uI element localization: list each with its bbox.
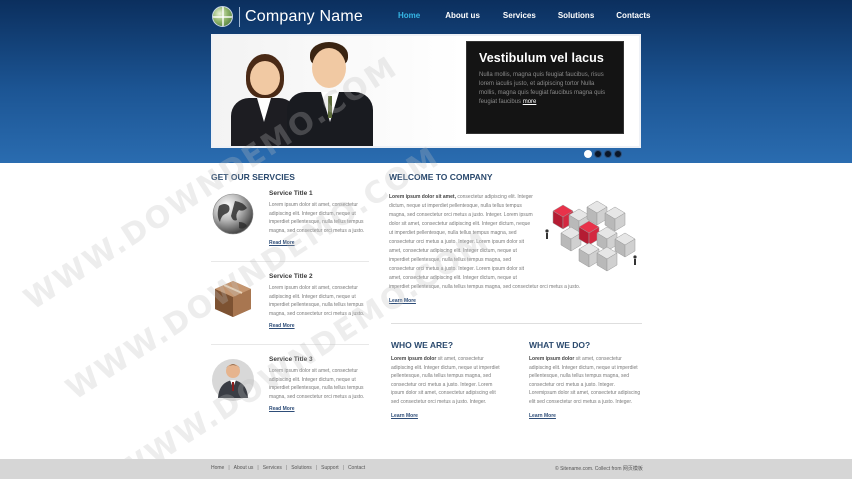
what-section: Lorem ipsum dolor sit amet, consectetur …: [529, 355, 641, 419]
service-text: Lorem ipsum dolor sit amet, consectetur …: [269, 202, 365, 234]
what-heading: WHAT WE DO?: [529, 340, 591, 350]
learn-more-link[interactable]: Learn More: [389, 298, 641, 304]
learn-more-link[interactable]: Learn More: [529, 413, 641, 419]
nav-home[interactable]: Home: [398, 11, 420, 20]
divider: [211, 344, 369, 345]
read-more-link[interactable]: Read More: [269, 323, 369, 329]
business-people-photo: [213, 36, 463, 146]
footer-link-about[interactable]: About us: [234, 465, 254, 471]
globe-icon: [211, 192, 255, 236]
slider-dot-4[interactable]: [614, 150, 622, 158]
logo-divider: [239, 6, 240, 27]
copyright-text: © Sitename.com. Collect from 网页模板: [555, 466, 643, 472]
what-text: Lorem ipsum dolor sit amet, consectetur …: [529, 356, 641, 405]
divider: [391, 323, 642, 324]
nav-about-us[interactable]: About us: [445, 11, 480, 20]
cubes-network-icon: [543, 197, 641, 273]
service-body: Service Title 3 Lorem ipsum dolor sit am…: [269, 356, 369, 412]
slider-dot-1[interactable]: [584, 150, 592, 158]
divider: [211, 261, 369, 262]
who-text: Lorem ipsum dolor sit amet, consectetur …: [391, 356, 500, 405]
businessman-icon: [211, 358, 255, 402]
nav-contacts[interactable]: Contacts: [616, 11, 650, 20]
service-text: Lorem ipsum dolor sit amet, consectetur …: [269, 285, 365, 317]
welcome-section: Lorem ipsum dolor sit amet, consectetur …: [389, 193, 641, 304]
who-heading: WHO WE ARE?: [391, 340, 454, 350]
slide-more-link[interactable]: more: [523, 99, 537, 105]
slide-text: Nulla mollis, magna quis feugiat faucibu…: [479, 72, 606, 105]
service-body: Service Title 1 Lorem ipsum dolor sit am…: [269, 190, 369, 246]
who-section: Lorem ipsum dolor sit amet, consectetur …: [391, 355, 503, 419]
footer-nav: Home | About us | Services | Solutions | Sup…: [211, 465, 366, 471]
service-title: Service Title 3: [269, 356, 313, 363]
hero-slider: Vestibulum vel lacus Nulla mollis, magna…: [211, 34, 641, 148]
service-title: Service Title 1: [269, 190, 313, 197]
footer-link-contact[interactable]: Contact: [348, 465, 365, 471]
slider-pagination: [584, 150, 622, 158]
footer: Home | About us | Services | Solutions | Sup…: [0, 459, 852, 479]
services-heading: GET OUR SERVCIES: [211, 172, 295, 182]
logo-text: Company Name: [245, 7, 364, 25]
slider-dot-3[interactable]: [604, 150, 612, 158]
site-logo[interactable]: Company Name: [212, 6, 363, 27]
footer-link-home[interactable]: Home: [211, 465, 224, 471]
slider-dot-2[interactable]: [594, 150, 602, 158]
footer-link-support[interactable]: Support: [321, 465, 339, 471]
learn-more-link[interactable]: Learn More: [391, 413, 503, 419]
service-body: Service Title 2 Lorem ipsum dolor sit am…: [269, 273, 369, 329]
slide-title: Vestibulum vel lacus: [479, 51, 604, 65]
nav-services[interactable]: Services: [503, 11, 536, 20]
service-title: Service Title 2: [269, 273, 313, 280]
read-more-link[interactable]: Read More: [269, 406, 369, 412]
slide-caption: Vestibulum vel lacus Nulla mollis, magna…: [466, 41, 624, 134]
read-more-link[interactable]: Read More: [269, 240, 369, 246]
man-figure: [287, 42, 373, 146]
box-icon: [211, 275, 255, 319]
nav-solutions[interactable]: Solutions: [558, 11, 594, 20]
footer-link-services[interactable]: Services: [263, 465, 282, 471]
main-nav: Home About us Services Solutions Contact…: [398, 11, 651, 20]
welcome-heading: WELCOME TO COMPANY: [389, 172, 493, 182]
service-text: Lorem ipsum dolor sit amet, consectetur …: [269, 368, 365, 400]
footer-link-solutions[interactable]: Solutions: [291, 465, 312, 471]
globe-icon: [212, 6, 233, 27]
